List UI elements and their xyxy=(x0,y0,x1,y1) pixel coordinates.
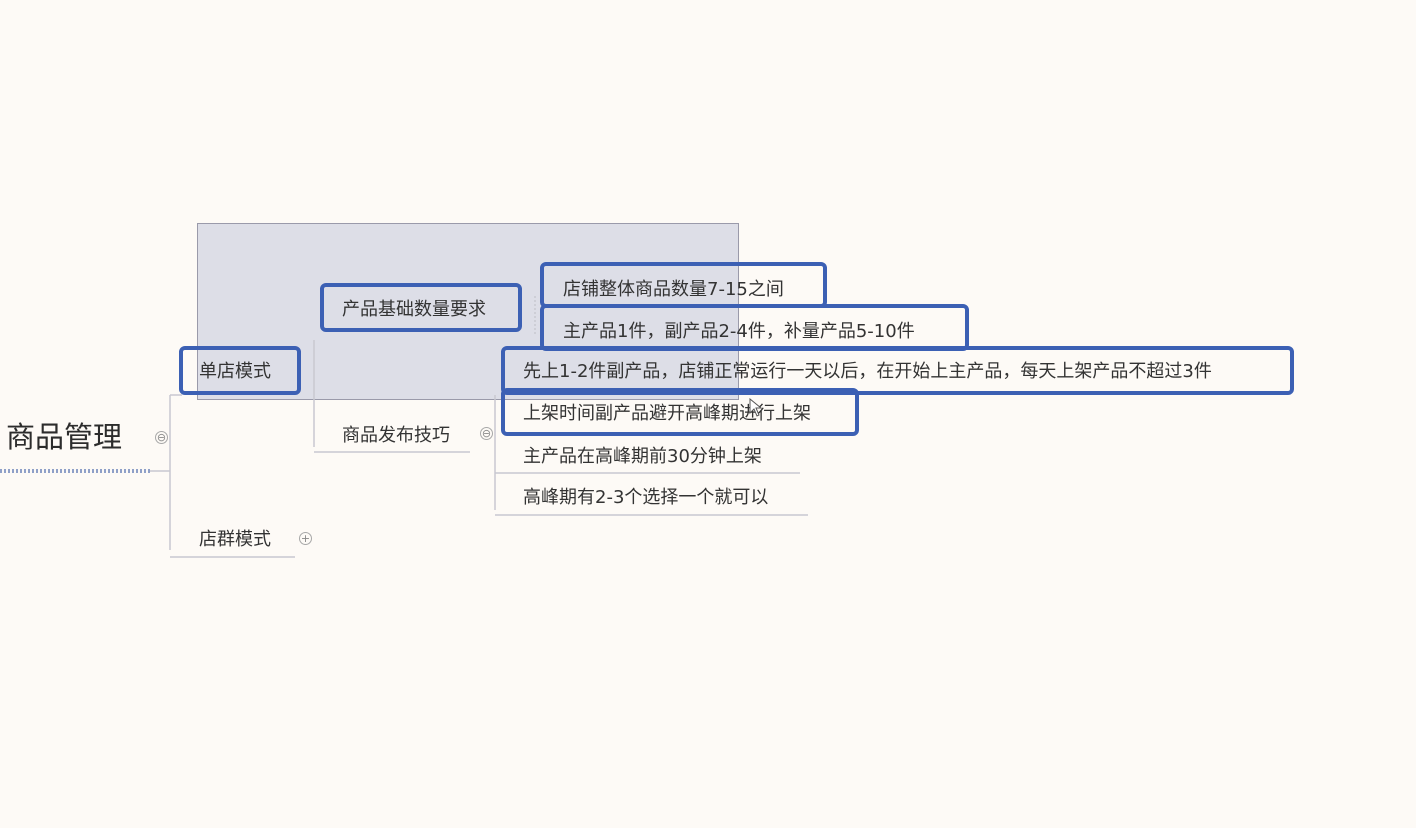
topic-basic-quantity[interactable]: 产品基础数量要求 xyxy=(342,298,486,322)
topic-store-group[interactable]: 店群模式 xyxy=(199,528,271,552)
mind-map-canvas: 商品管理 ⊖ 单店模式 产品基础数量要求 店铺整体商品数量7-15之间 主产品1… xyxy=(0,0,1416,828)
topic-single-store[interactable]: 单店模式 xyxy=(199,360,271,384)
collapse-toggle-icon[interactable]: ⊖ xyxy=(155,431,168,444)
topic-leaf[interactable]: 主产品1件，副产品2-4件，补量产品5-10件 xyxy=(563,320,915,344)
topic-leaf[interactable]: 店铺整体商品数量7-15之间 xyxy=(563,278,784,302)
collapse-toggle-icon[interactable]: ⊖ xyxy=(480,427,493,440)
expand-toggle-icon[interactable]: + xyxy=(299,532,312,545)
topic-publish-tips[interactable]: 商品发布技巧 xyxy=(342,424,450,448)
topic-leaf[interactable]: 先上1-2件副产品，店铺正常运行一天以后，在开始上主产品，每天上架产品不超过3件 xyxy=(523,360,1212,384)
root-topic[interactable]: 商品管理 xyxy=(6,419,122,455)
topic-leaf[interactable]: 上架时间副产品避开高峰期进行上架 xyxy=(523,402,811,426)
topic-leaf[interactable]: 高峰期有2-3个选择一个就可以 xyxy=(523,486,768,510)
topic-leaf[interactable]: 主产品在高峰期前30分钟上架 xyxy=(523,445,762,469)
mouse-cursor-icon xyxy=(749,398,763,417)
